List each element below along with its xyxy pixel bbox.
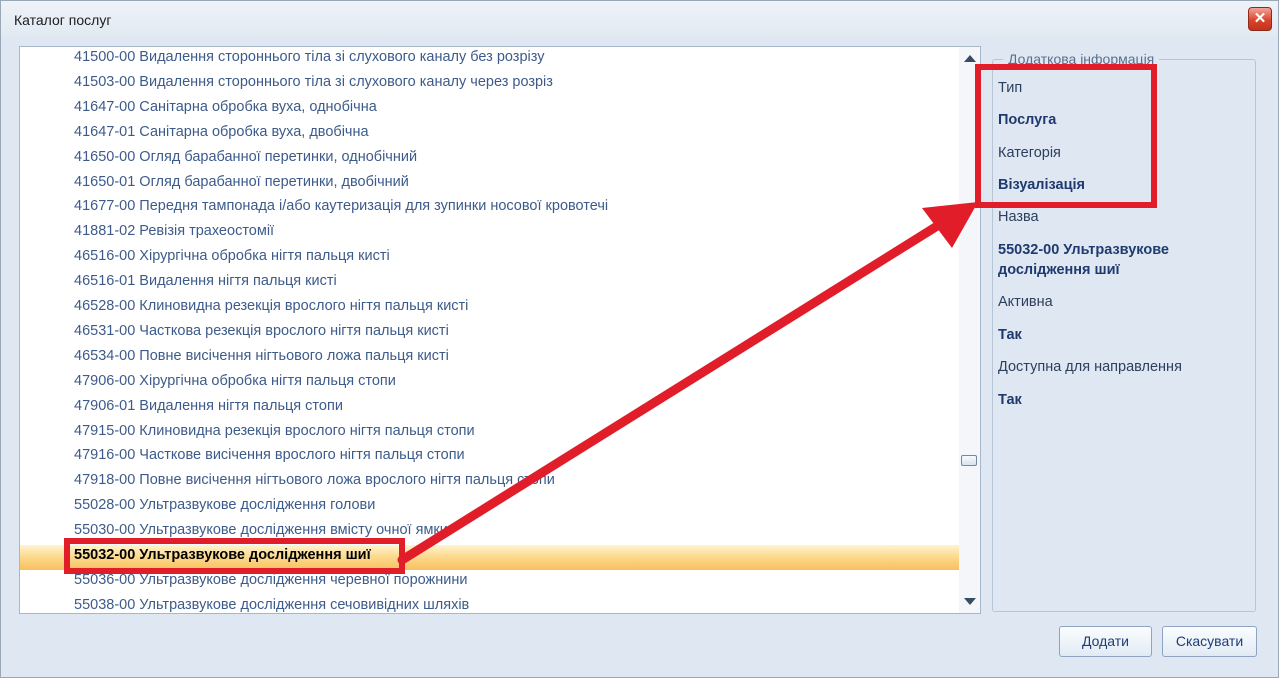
list-item[interactable]: 41500-00 Видалення стороннього тіла зі с… [20, 47, 960, 72]
list-item[interactable]: 47916-00 Часткове висічення врослого ніг… [20, 445, 960, 470]
list-item[interactable]: 47906-00 Хірургічна обробка нігтя пальця… [20, 371, 960, 396]
list-item[interactable]: 46528-00 Клиновидна резекція врослого ні… [20, 296, 960, 321]
list-item[interactable]: 41647-01 Санітарна обробка вуха, двобічн… [20, 122, 960, 147]
list-item[interactable]: 41647-00 Санітарна обробка вуха, однобіч… [20, 97, 960, 122]
list-item[interactable]: 46516-01 Видалення нігтя пальця кисті [20, 271, 960, 296]
info-highlight-box [975, 64, 1157, 208]
close-button[interactable]: ✕ [1248, 7, 1272, 31]
list-item[interactable]: 46534-00 Повне висічення нігтьового ложа… [20, 346, 960, 371]
cancel-button[interactable]: Скасувати [1162, 626, 1257, 657]
list-item[interactable]: 41677-00 Передня тампонада і/або каутери… [20, 196, 960, 221]
selected-item-highlight-box [64, 538, 405, 574]
service-list[interactable]: 41500-00 Видалення стороннього тіла зі с… [19, 46, 981, 614]
list-item[interactable]: 46516-00 Хірургічна обробка нігтя пальця… [20, 246, 960, 271]
active-value: Так [998, 327, 1022, 343]
list-item[interactable]: 46531-00 Часткова резекція врослого нігт… [20, 321, 960, 346]
add-button[interactable]: Додати [1059, 626, 1152, 657]
list-item[interactable]: 41881-02 Ревізія трахеостомії [20, 221, 960, 246]
arrow-up-icon[interactable] [964, 55, 976, 62]
list-item[interactable]: 47918-00 Повне висічення нігтьового ложа… [20, 470, 960, 495]
scrollbar-thumb[interactable] [961, 455, 977, 466]
window-title: Каталог послуг [14, 12, 112, 28]
referral-label: Доступна для направлення [998, 359, 1182, 375]
list-item[interactable]: 41650-00 Огляд барабанної перетинки, одн… [20, 147, 960, 172]
list-item[interactable]: 41650-01 Огляд барабанної перетинки, дво… [20, 172, 960, 197]
active-label: Активна [998, 294, 1053, 310]
name-value: 55032-00 Ультразвукове дослідження шиї [998, 242, 1169, 278]
list-item[interactable]: 41503-00 Видалення стороннього тіла зі с… [20, 72, 960, 97]
title-bar: Каталог послуг ✕ [1, 1, 1278, 37]
close-icon: ✕ [1253, 10, 1267, 27]
name-label: Назва [998, 209, 1039, 225]
list-item[interactable]: 47915-00 Клиновидна резекція врослого ні… [20, 421, 960, 446]
referral-value: Так [998, 392, 1022, 408]
list-item[interactable]: 55038-00 Ультразвукове дослідження сечов… [20, 595, 960, 613]
list-item[interactable]: 55028-00 Ультразвукове дослідження голов… [20, 495, 960, 520]
list-item[interactable]: 47906-01 Видалення нігтя пальця стопи [20, 396, 960, 421]
arrow-down-icon[interactable] [964, 598, 976, 605]
